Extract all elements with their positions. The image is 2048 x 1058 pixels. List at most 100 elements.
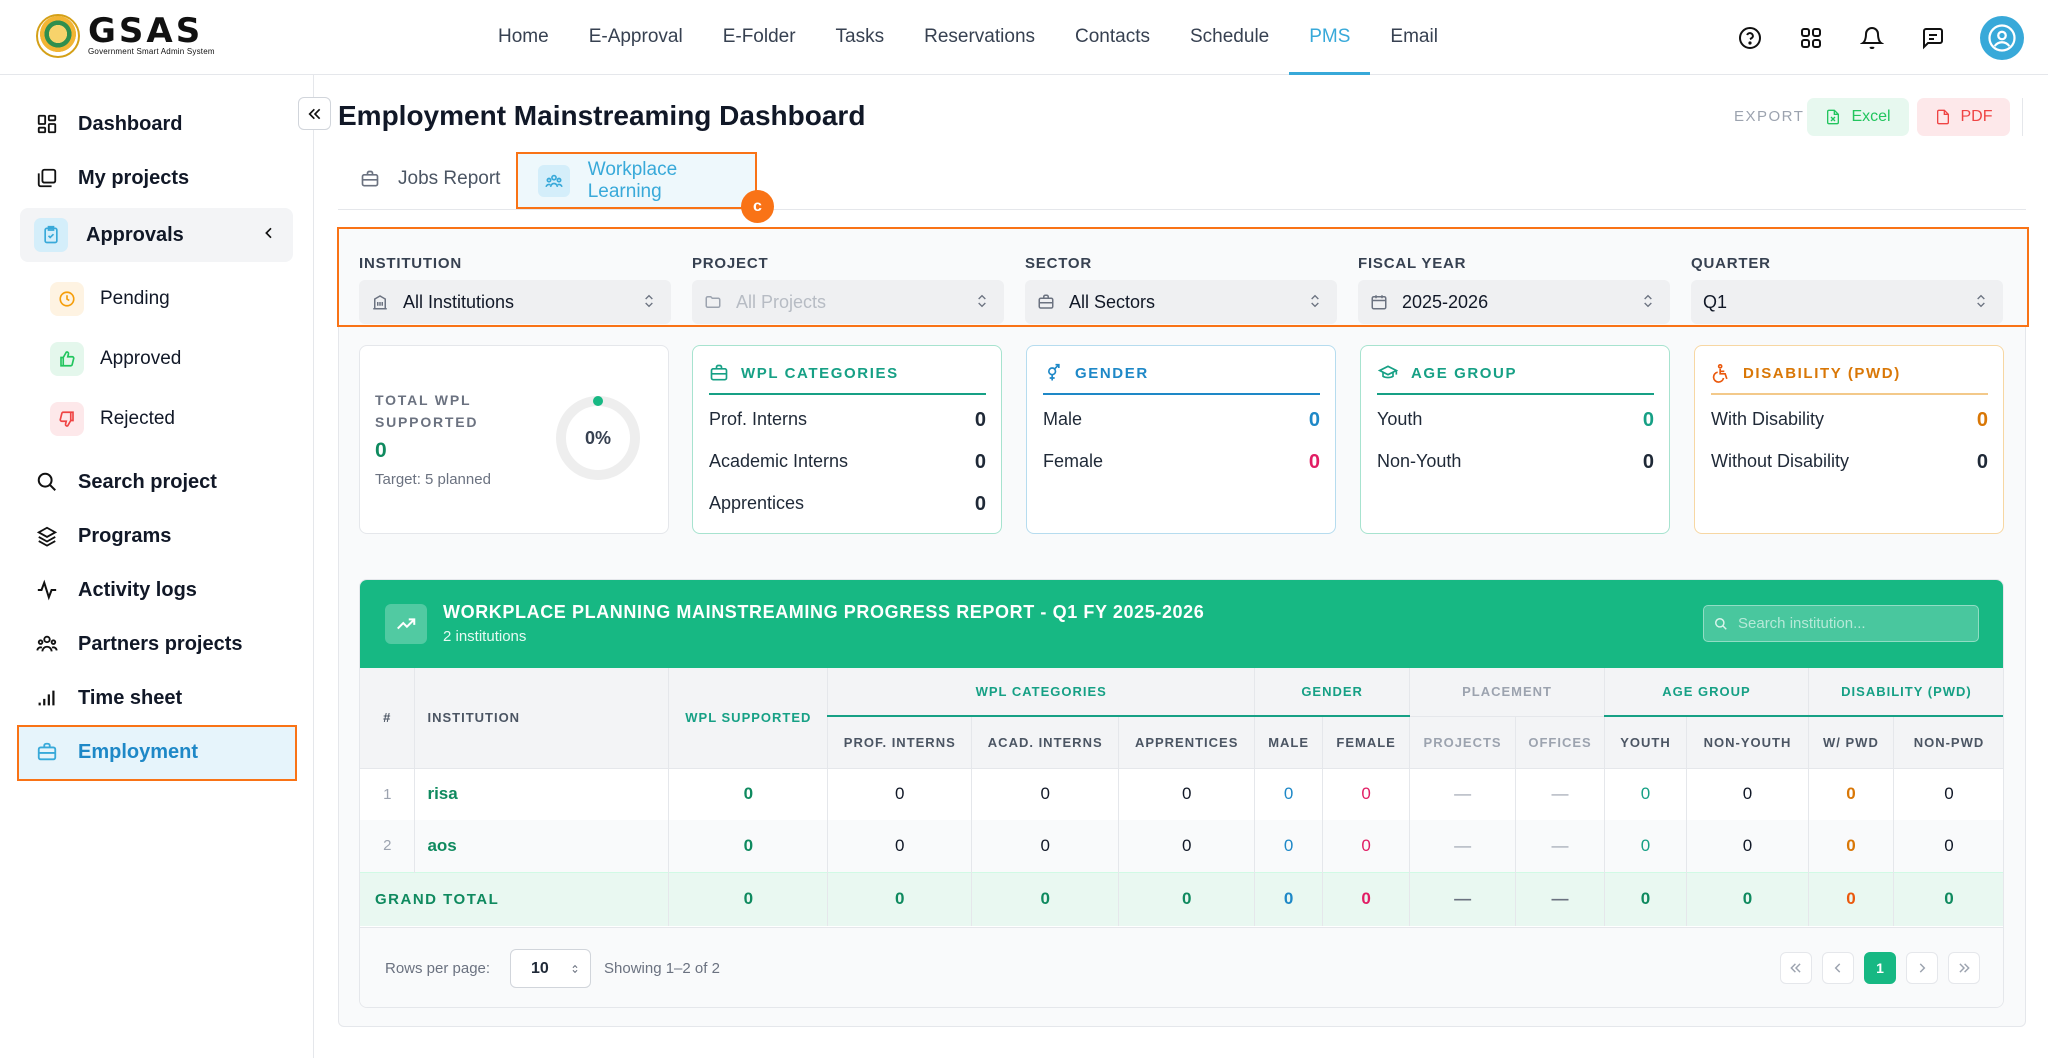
institution-select[interactable]: All Institutions xyxy=(359,280,671,324)
rows-per-page-label: Rows per page: xyxy=(385,960,491,977)
building-icon xyxy=(373,295,387,310)
pdf-label: PDF xyxy=(1960,108,1993,125)
nav-reservations[interactable]: Reservations xyxy=(904,0,1055,75)
sidebar-item-label: My projects xyxy=(78,166,190,189)
card-title: DISABILITY (PWD) xyxy=(1743,364,1901,382)
collapse-sidebar-button[interactable] xyxy=(298,97,331,130)
table-row: 1 risa 0 0 0 0 0 0 — — 0 0 0 0 xyxy=(360,768,2003,820)
col-group-wpl-categories: WPL CATEGORIES xyxy=(827,668,1256,717)
nav-schedule[interactable]: Schedule xyxy=(1170,0,1289,75)
thumbs-down-icon xyxy=(50,402,84,436)
nav-contacts[interactable]: Contacts xyxy=(1055,0,1170,75)
filter-project: PROJECT All Projects xyxy=(692,255,1004,324)
tab-workplace-learning[interactable]: Workplace Learning xyxy=(516,152,757,209)
first-page-button[interactable] xyxy=(1780,952,1812,984)
sidebar-subitem-rejected[interactable]: Rejected xyxy=(50,402,175,436)
col-group-age-group: AGE GROUP xyxy=(1604,668,1809,717)
annotation-badge: c xyxy=(741,190,774,223)
sidebar-item-programs[interactable]: Programs xyxy=(34,523,171,549)
sidebar-item-label: Programs xyxy=(78,524,172,547)
help-icon[interactable] xyxy=(1736,24,1764,52)
card-title: GENDER xyxy=(1075,364,1149,382)
age-group-card: AGE GROUP Youth 0 Non-Youth 0 xyxy=(1360,345,1670,534)
clipboard-check-icon xyxy=(34,218,68,252)
progress-report: WORKPLACE PLANNING MAINSTREAMING PROGRES… xyxy=(359,579,2004,1008)
institution-link[interactable]: aos xyxy=(414,820,670,872)
quarter-select[interactable]: Q1 xyxy=(1691,280,2003,324)
user-avatar-icon[interactable] xyxy=(1980,16,2024,60)
filter-fiscal-year: FISCAL YEAR 2025-2026 xyxy=(1358,255,1670,324)
export-pdf-button[interactable]: PDF xyxy=(1917,98,2010,136)
card-title: WPL CATEGORIES xyxy=(741,364,899,382)
pagination: 1 xyxy=(1780,952,1980,984)
team-icon xyxy=(538,164,570,197)
select-value: All Projects xyxy=(736,291,827,312)
prev-page-button[interactable] xyxy=(1822,952,1854,984)
sidebar-item-time-sheet[interactable]: Time sheet xyxy=(34,685,182,711)
bar-chart-icon xyxy=(34,685,60,711)
sector-select[interactable]: All Sectors xyxy=(1025,280,1337,324)
card-header: AGE GROUP xyxy=(1377,363,1654,395)
nav-e-approval[interactable]: E-Approval xyxy=(569,0,703,75)
report-header: WORKPLACE PLANNING MAINSTREAMING PROGRES… xyxy=(360,580,2003,668)
grand-total-row: GRAND TOTAL 0 0 0 0 0 0 — — 0 0 0 0 xyxy=(360,871,2003,926)
col-header: MALE xyxy=(1254,716,1324,769)
total-wpl-value: 0 xyxy=(375,439,387,462)
filter-label: SECTOR xyxy=(1025,255,1093,272)
report-table: # INSTITUTION WPL SUPPORTED WPL CATEGORI… xyxy=(360,668,2003,926)
gender-icon xyxy=(1048,363,1060,381)
sidebar-subitem-label: Rejected xyxy=(100,408,175,429)
col-header: OFFICES xyxy=(1515,716,1606,769)
card-row: Female 0 xyxy=(1043,451,1320,473)
sidebar-item-activity-logs[interactable]: Activity logs xyxy=(34,577,197,603)
rows-per-page-select[interactable]: 10 xyxy=(510,949,591,988)
apps-grid-icon[interactable] xyxy=(1797,24,1825,52)
filter-quarter: QUARTER Q1 xyxy=(1691,255,2003,324)
report-title: WORKPLACE PLANNING MAINSTREAMING PROGRES… xyxy=(443,602,1205,622)
bell-icon[interactable] xyxy=(1858,24,1886,52)
nav-tasks[interactable]: Tasks xyxy=(816,0,905,75)
sidebar-item-my-projects[interactable]: My projects xyxy=(34,165,189,191)
sort-chevrons-icon xyxy=(1977,294,1985,308)
col-group-placement: PLACEMENT xyxy=(1409,668,1606,717)
projects-icon xyxy=(34,165,60,191)
sidebar-employment-label[interactable]: Employment xyxy=(34,739,198,765)
sort-chevrons-icon xyxy=(645,294,653,308)
fiscal-year-select[interactable]: 2025-2026 xyxy=(1358,280,1670,324)
export-excel-button[interactable]: Excel xyxy=(1807,98,1909,136)
nav-e-folder[interactable]: E-Folder xyxy=(703,0,816,75)
last-page-button[interactable] xyxy=(1948,952,1980,984)
sidebar-subitem-approved[interactable]: Approved xyxy=(50,342,181,376)
sidebar-item-partners-projects[interactable]: Partners projects xyxy=(34,631,243,657)
sidebar-item-search-project[interactable]: Search project xyxy=(34,469,217,495)
sidebar-subitem-pending[interactable]: Pending xyxy=(50,282,170,316)
institution-search-input[interactable]: Search institution... xyxy=(1703,605,1979,642)
col-header: FEMALE xyxy=(1322,716,1411,769)
sort-chevrons-icon xyxy=(1311,294,1319,308)
chat-icon[interactable] xyxy=(1919,24,1947,52)
sidebar: Dashboard My projects Approvals Pending … xyxy=(0,75,314,1058)
col-header-institution: INSTITUTION xyxy=(414,668,670,769)
nav-home[interactable]: Home xyxy=(478,0,569,75)
filter-label: QUARTER xyxy=(1691,255,1771,272)
sidebar-item-dashboard[interactable]: Dashboard xyxy=(34,111,182,137)
project-select[interactable]: All Projects xyxy=(692,280,1004,324)
sort-chevrons-icon xyxy=(572,964,578,974)
tab-jobs-report[interactable]: Jobs Report xyxy=(360,168,500,190)
tab-label: Workplace Learning xyxy=(587,158,678,202)
sidebar-approvals-label[interactable]: Approvals xyxy=(34,218,184,252)
institution-link[interactable]: risa xyxy=(414,768,670,820)
page-button[interactable]: 1 xyxy=(1864,952,1896,984)
tab-label: Jobs Report xyxy=(398,168,501,189)
sidebar-item-label: Partners projects xyxy=(78,632,243,655)
next-page-button[interactable] xyxy=(1906,952,1938,984)
card-row: Non-Youth 0 xyxy=(1377,451,1654,473)
nav-pms[interactable]: PMS xyxy=(1289,0,1371,75)
chevron-left-icon[interactable] xyxy=(261,225,277,241)
top-navbar: GSAS Government Smart Admin System Home … xyxy=(0,0,2048,75)
logo[interactable]: GSAS Government Smart Admin System xyxy=(36,14,215,58)
nav-email[interactable]: Email xyxy=(1370,0,1458,75)
main-nav: Home E-Approval E-Folder Tasks Reservati… xyxy=(478,0,1458,75)
card-header: DISABILITY (PWD) xyxy=(1711,363,1988,395)
page-title: Employment Mainstreaming Dashboard xyxy=(338,100,866,131)
